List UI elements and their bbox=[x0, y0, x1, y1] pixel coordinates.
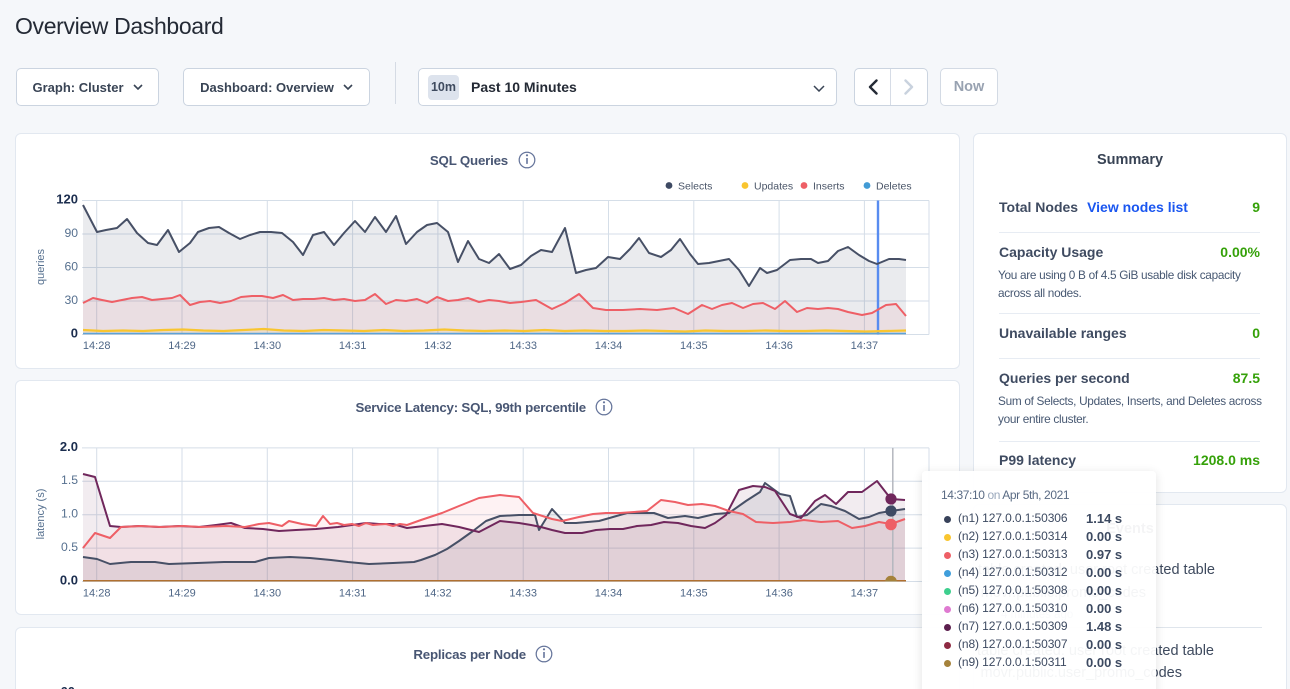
svg-text:latency (s): latency (s) bbox=[35, 489, 47, 540]
svg-text:14:33: 14:33 bbox=[509, 588, 537, 600]
svg-text:14:30: 14:30 bbox=[254, 340, 282, 352]
svg-text:14:32: 14:32 bbox=[424, 340, 452, 352]
svg-text:14:29: 14:29 bbox=[168, 588, 196, 600]
svg-text:1.0: 1.0 bbox=[61, 507, 78, 521]
svg-text:14:30: 14:30 bbox=[254, 588, 282, 600]
svg-text:14:28: 14:28 bbox=[83, 340, 111, 352]
svg-text:1.5: 1.5 bbox=[61, 473, 78, 487]
svg-text:14:31: 14:31 bbox=[339, 340, 367, 352]
svg-text:14:35: 14:35 bbox=[680, 340, 708, 352]
svg-text:queries: queries bbox=[35, 248, 47, 285]
svg-text:Replicas per Node: Replicas per Node bbox=[413, 647, 526, 662]
svg-text:SQL Queries: SQL Queries bbox=[430, 153, 508, 168]
svg-text:14:34: 14:34 bbox=[595, 340, 623, 352]
svg-text:14:34: 14:34 bbox=[595, 588, 623, 600]
svg-text:14:28: 14:28 bbox=[83, 588, 111, 600]
svg-text:0.5: 0.5 bbox=[61, 540, 78, 554]
svg-text:14:31: 14:31 bbox=[339, 588, 367, 600]
svg-text:30: 30 bbox=[64, 293, 78, 307]
svg-text:14:36: 14:36 bbox=[765, 588, 793, 600]
svg-text:14:37: 14:37 bbox=[851, 340, 879, 352]
svg-text:0: 0 bbox=[71, 325, 78, 340]
svg-text:14:37: 14:37 bbox=[851, 588, 879, 600]
svg-text:Deletes: Deletes bbox=[876, 181, 912, 193]
svg-text:Inserts: Inserts bbox=[813, 181, 845, 193]
svg-text:120: 120 bbox=[56, 191, 78, 206]
svg-text:14:32: 14:32 bbox=[424, 588, 452, 600]
svg-text:60: 60 bbox=[61, 684, 75, 689]
svg-text:14:33: 14:33 bbox=[509, 340, 537, 352]
svg-text:0.0: 0.0 bbox=[60, 572, 78, 587]
svg-text:14:36: 14:36 bbox=[765, 340, 793, 352]
svg-text:60: 60 bbox=[64, 259, 78, 273]
svg-text:90: 90 bbox=[64, 226, 78, 240]
svg-text:14:29: 14:29 bbox=[168, 340, 196, 352]
svg-text:Updates: Updates bbox=[754, 181, 793, 193]
svg-text:2.0: 2.0 bbox=[60, 439, 78, 454]
svg-text:14:35: 14:35 bbox=[680, 588, 708, 600]
svg-text:Service Latency: SQL, 99th per: Service Latency: SQL, 99th percentile bbox=[355, 400, 586, 415]
svg-text:Selects: Selects bbox=[678, 181, 712, 193]
